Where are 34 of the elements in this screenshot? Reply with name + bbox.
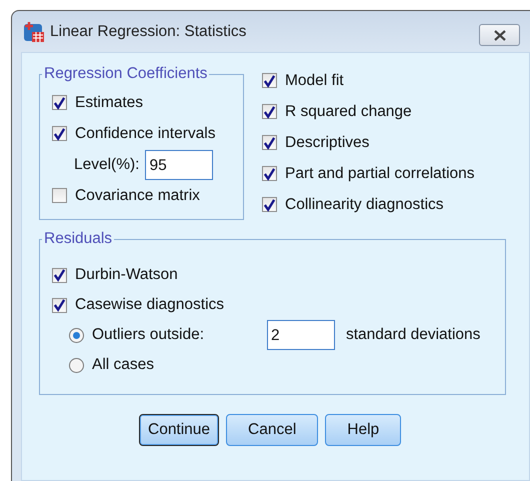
close-button[interactable] — [479, 24, 520, 46]
input-field[interactable]: 95 — [145, 150, 214, 180]
checkbox[interactable]: Descriptives — [262, 134, 370, 152]
dialog-button[interactable]: Continue — [139, 414, 220, 446]
unit-label: standard deviations — [346, 326, 480, 344]
checkbox[interactable]: R squared change — [262, 102, 412, 120]
checkbox[interactable]: Durbin-Watson — [52, 266, 178, 284]
check-icon — [263, 104, 276, 118]
radio-button[interactable]: All cases — [69, 356, 154, 374]
dialog-button[interactable]: Help — [325, 414, 402, 446]
checkbox[interactable]: Model fit — [262, 72, 344, 90]
check-icon — [263, 166, 276, 180]
check-icon — [53, 268, 66, 282]
checkbox[interactable]: Part and partial correlations — [262, 164, 475, 182]
check-icon — [53, 298, 66, 312]
check-icon — [263, 136, 276, 150]
input-field[interactable]: 2 — [267, 320, 335, 350]
app-icon — [23, 20, 45, 42]
check-icon — [263, 74, 276, 88]
checkbox[interactable]: Estimates — [52, 94, 144, 112]
group-title: Residuals — [43, 230, 114, 248]
check-icon — [53, 96, 66, 110]
check-icon — [53, 126, 66, 140]
checkbox[interactable]: Casewise diagnostics — [52, 296, 224, 314]
checkbox[interactable]: Covariance matrix — [52, 186, 200, 204]
close-icon — [492, 30, 506, 40]
window-title: Linear Regression: Statistics — [50, 22, 246, 40]
radio-button[interactable]: Outliers outside: — [69, 326, 204, 344]
checkbox[interactable]: Collinearity diagnostics — [262, 196, 444, 214]
dialog-button[interactable]: Cancel — [226, 414, 318, 446]
group-title: Regression Coefficients — [43, 65, 208, 83]
check-icon — [263, 198, 276, 212]
checkbox[interactable]: Confidence intervals — [52, 124, 216, 142]
field-label: Level(%): — [74, 156, 140, 174]
